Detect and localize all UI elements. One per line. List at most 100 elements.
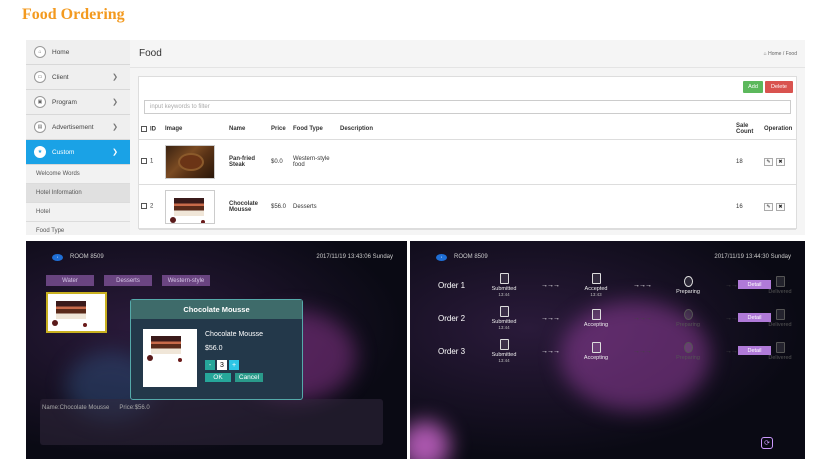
food-table: ID Image Name Price Food Type Descriptio… [139,120,796,230]
edit-icon[interactable]: ✎ [764,157,773,166]
tv-orders-screen: ▪ ROOM 8509 2017/11/19 13:44:30 Sunday O… [410,241,805,459]
remove-icon[interactable]: ✖ [776,202,785,211]
tab-desserts[interactable]: Desserts [104,275,152,286]
document-icon [591,308,601,320]
tab-water[interactable]: Water [46,275,94,286]
delivery-icon [775,341,785,353]
order-label: Order 2 [438,313,466,323]
delivery-icon [775,308,785,320]
progress-arrows: →→→ [633,281,652,289]
document-icon [591,341,601,353]
progress-arrows: →→→ [633,347,652,355]
document-icon [499,339,509,350]
col-image: Image [163,120,227,140]
main-content: Food ⌂ Home / Food Add Delete input keyw… [130,40,805,235]
document-icon [499,306,509,317]
document-icon [591,273,601,284]
row-checkbox[interactable] [141,203,147,210]
stage-name: Delivered [768,354,792,361]
increase-button[interactable]: + [229,360,239,370]
stage-name: Delivered [768,321,792,328]
col-id[interactable]: ID [139,120,163,140]
select-all-checkbox[interactable] [141,125,147,132]
stage-preparing: Preparing [662,275,714,295]
sidebar-item-advertisement[interactable]: ▤ Advertisement ❯ [26,115,130,140]
col-description: Description [338,120,734,140]
row-id: 1 [150,158,154,165]
edit-icon[interactable]: ✎ [764,202,773,211]
tab-western-style[interactable]: Western-style [162,275,210,286]
hotel-logo-icon: ▪ [52,253,63,261]
ok-button[interactable]: OK [205,373,231,382]
remove-icon[interactable]: ✖ [776,157,785,166]
decrease-button[interactable]: - [205,360,215,370]
sidebar-subitem-food-type[interactable]: Food Type [26,222,130,235]
sidebar-item-custom[interactable]: ★ Custom ❯ [26,140,130,165]
sidebar-item-program[interactable]: ▣ Program ❯ [26,90,130,115]
row-checkbox[interactable] [141,158,147,165]
delivery-icon [775,275,785,287]
chevron-right-icon: ❯ [112,149,118,156]
food-image-mousse [48,294,105,331]
stage-submitted: Submitted 13:44 [478,306,530,330]
search-input[interactable]: input keywords to filter [144,100,791,114]
clock-icon [683,341,693,353]
stage-time: 13:43 [590,292,602,297]
progress-arrows: →→→ [541,314,560,322]
sidebar-item-label: Custom [52,148,75,156]
tv-menu-screen: ▪ ROOM 8509 2017/11/19 13:43:06 Sunday W… [26,241,407,459]
sidebar-subitem-hotel[interactable]: Hotel [26,203,130,222]
order-dialog: Chocolate Mousse Chocolate Mousse $56.0 … [130,299,303,400]
order-label: Order 1 [438,280,466,290]
cancel-button[interactable]: Cancel [235,373,263,382]
sidebar-subitem-hotel-information[interactable]: Hotel Information [26,184,130,203]
tv-header: ▪ ROOM 8509 2017/11/19 13:44:30 Sunday [410,241,805,273]
dialog-food-price: $56.0 [205,345,223,352]
refresh-icon[interactable]: ⟳ [761,437,773,449]
order-detail-button[interactable]: Detail [738,346,771,355]
col-food-type: Food Type [291,120,338,140]
content-header: Food ⌂ Home / Food [130,40,805,68]
chevron-right-icon: ❯ [112,74,118,81]
stage-name: Accepting [583,354,609,361]
quantity-stepper: - 3 + [205,360,239,370]
add-button[interactable]: Add [743,81,763,93]
page-title: Food Ordering [22,6,125,23]
chevron-right-icon: ❯ [112,99,118,106]
order-label: Order 3 [438,346,466,356]
delete-button[interactable]: Delete [765,81,793,93]
progress-arrows: →→→ [541,281,560,289]
room-number: ROOM 8509 [454,254,488,260]
food-image-mousse [143,329,197,387]
quantity-field[interactable]: 3 [217,360,227,370]
clock-icon [683,275,693,287]
sidebar-item-client[interactable]: ▭ Client ❯ [26,65,130,90]
food-image-mousse [165,189,215,224]
sidebar-item-home[interactable]: ⌂ Home [26,40,130,65]
order-detail-button[interactable]: Detail [738,313,771,322]
hotel-logo-icon: ▪ [436,253,447,261]
sidebar-subitem-welcome-words[interactable]: Welcome Words [26,165,130,184]
breadcrumb: ⌂ Home / Food [764,51,797,57]
dialog-food-name: Chocolate Mousse [205,331,263,338]
dialog-food-image [143,329,197,387]
home-icon: ⌂ [34,46,46,58]
food-card-mousse[interactable] [46,292,107,333]
clock-icon [683,308,693,320]
document-icon [499,273,509,284]
info-name: Name:Chocolate Mousse [42,405,110,411]
monitor-icon: ▭ [34,71,46,83]
row-description [338,184,734,230]
row-sale-count: 16 [734,184,762,230]
row-price: $56.0 [269,184,291,230]
sidebar: ⌂ Home ▭ Client ❯ ▣ Program ❯ ▤ Advertisement ❯… [26,40,130,235]
col-name: Name [227,120,269,140]
star-icon: ★ [34,146,46,158]
breadcrumb-text[interactable]: Home / Food [768,51,797,57]
sidebar-item-label: Advertisement [52,123,94,131]
clock: 2017/11/19 13:44:30 Sunday [714,254,791,260]
row-food-type: Desserts [291,184,338,230]
order-detail-button[interactable]: Detail [738,280,771,289]
col-price: Price [269,120,291,140]
info-text: Name:Chocolate Mousse Price:$56.0 [42,405,150,411]
